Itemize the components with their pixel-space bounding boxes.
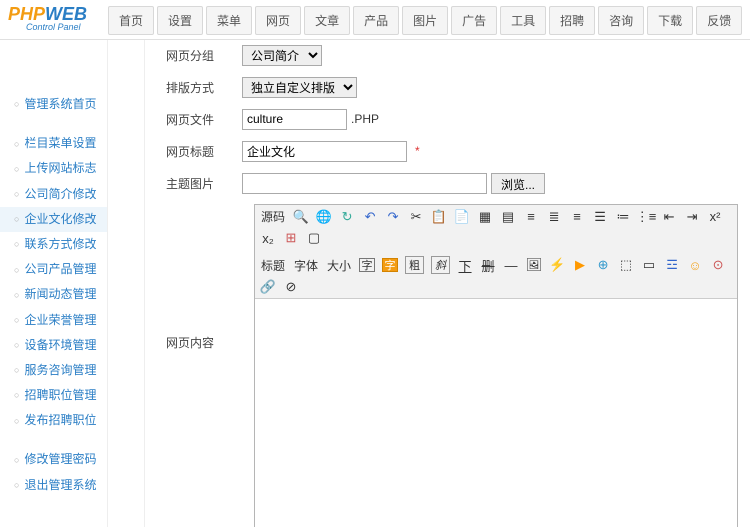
topnav-文章[interactable]: 文章 bbox=[304, 6, 350, 35]
sidebar-item-栏目菜单设置[interactable]: 栏目菜单设置 bbox=[0, 131, 107, 156]
label-file: 网页文件 bbox=[118, 111, 242, 128]
link-icon[interactable]: 🔗 bbox=[260, 279, 276, 295]
label-title: 网页标题 bbox=[118, 143, 242, 160]
input-file[interactable] bbox=[242, 109, 347, 130]
unlink-icon[interactable]: ⊘ bbox=[283, 279, 299, 295]
redo-icon[interactable]: ↷ bbox=[385, 209, 401, 225]
topnav-设置[interactable]: 设置 bbox=[157, 6, 203, 35]
editor-body[interactable] bbox=[255, 299, 737, 527]
list-ol-icon[interactable]: ≔ bbox=[615, 209, 631, 225]
underline-icon[interactable]: 下 bbox=[457, 257, 473, 273]
sidebar-item-企业文化修改[interactable]: 企业文化修改 bbox=[0, 207, 107, 232]
cut-icon[interactable]: ✂ bbox=[408, 209, 424, 225]
crop-icon[interactable]: ⬚ bbox=[618, 257, 634, 273]
sidebar-item-上传网站标志[interactable]: 上传网站标志 bbox=[0, 156, 107, 181]
btn-heading[interactable]: 标题 bbox=[260, 257, 286, 274]
tool2-icon[interactable]: ▢ bbox=[306, 230, 322, 246]
topnav-咨询[interactable]: 咨询 bbox=[598, 6, 644, 35]
sub-icon[interactable]: x₂ bbox=[260, 230, 276, 246]
file-suffix: .PHP bbox=[351, 112, 379, 126]
editor-toolbar: 源码 🔍 🌐 ↻ ↶ ↷ ✂ 📋 📄 ▦ ▤ ≡ ≣ ≡ bbox=[255, 205, 737, 299]
label-group: 网页分组 bbox=[118, 47, 242, 64]
topnav-图片[interactable]: 图片 bbox=[402, 6, 448, 35]
main-form: 网页分组 公司简介 排版方式 独立自定义排版 网页文件 .PHP 网页标题 * bbox=[108, 40, 750, 527]
topnav-工具[interactable]: 工具 bbox=[500, 6, 546, 35]
hr-icon[interactable]: — bbox=[503, 257, 519, 273]
sidebar-item-发布招聘职位[interactable]: 发布招聘职位 bbox=[0, 408, 107, 433]
sidebar: 管理系统首页 栏目菜单设置上传网站标志公司简介修改企业文化修改联系方式修改公司产… bbox=[0, 40, 108, 527]
sidebar-item-招聘职位管理[interactable]: 招聘职位管理 bbox=[0, 383, 107, 408]
justify-icon[interactable]: ☰ bbox=[592, 209, 608, 225]
topnav-招聘[interactable]: 招聘 bbox=[549, 6, 595, 35]
topnav-反馈[interactable]: 反馈 bbox=[696, 6, 742, 35]
strike-icon[interactable]: 删 bbox=[480, 257, 496, 273]
topnav-网页[interactable]: 网页 bbox=[255, 6, 301, 35]
required-mark: * bbox=[415, 144, 420, 158]
top-nav: 首页设置菜单网页文章产品图片广告工具招聘咨询下载反馈 bbox=[108, 0, 742, 35]
grid-icon[interactable]: ▤ bbox=[500, 209, 516, 225]
btn-size[interactable]: 大小 bbox=[326, 257, 352, 274]
btn-font[interactable]: 字体 bbox=[293, 257, 319, 274]
sidebar-item-公司产品管理[interactable]: 公司产品管理 bbox=[0, 257, 107, 282]
topnav-广告[interactable]: 广告 bbox=[451, 6, 497, 35]
sup-icon[interactable]: x² bbox=[707, 209, 723, 225]
topnav-下载[interactable]: 下载 bbox=[647, 6, 693, 35]
label-layout: 排版方式 bbox=[118, 79, 242, 96]
indent-icon[interactable]: ⇥ bbox=[684, 209, 700, 225]
sidebar-item-新闻动态管理[interactable]: 新闻动态管理 bbox=[0, 282, 107, 307]
globe-icon[interactable]: 🌐 bbox=[316, 209, 332, 225]
sidebar-item-管理系统首页[interactable]: 管理系统首页 bbox=[0, 92, 107, 117]
tool1-icon[interactable]: ⊞ bbox=[283, 230, 299, 246]
italic-icon[interactable]: 斜 bbox=[431, 256, 450, 274]
select-group[interactable]: 公司简介 bbox=[242, 45, 322, 66]
forecolor-icon[interactable]: 字 bbox=[359, 258, 375, 272]
media-icon[interactable]: ▶ bbox=[572, 257, 588, 273]
list-ul-icon[interactable]: ⋮≡ bbox=[638, 209, 654, 225]
zoom-icon[interactable]: 🔍 bbox=[293, 209, 309, 225]
undo-icon[interactable]: ↶ bbox=[362, 209, 378, 225]
topnav-菜单[interactable]: 菜单 bbox=[206, 6, 252, 35]
page-icon[interactable]: ▭ bbox=[641, 257, 657, 273]
table-icon[interactable]: ▦ bbox=[477, 209, 493, 225]
image-icon[interactable]: 🖼 bbox=[526, 257, 542, 273]
sidebar-item-设备环境管理[interactable]: 设备环境管理 bbox=[0, 333, 107, 358]
browse-button[interactable]: 浏览... bbox=[491, 173, 545, 194]
input-title[interactable] bbox=[242, 141, 407, 162]
bold-icon[interactable]: 粗 bbox=[405, 256, 424, 274]
align-left-icon[interactable]: ≡ bbox=[523, 209, 539, 225]
topnav-首页[interactable]: 首页 bbox=[108, 6, 154, 35]
emoji-icon[interactable]: ☺ bbox=[687, 257, 703, 273]
backcolor-icon[interactable]: 字 bbox=[382, 258, 398, 272]
style-icon[interactable]: ☲ bbox=[664, 257, 680, 273]
btn-source[interactable]: 源码 bbox=[260, 208, 286, 225]
refresh-icon[interactable]: ↻ bbox=[339, 209, 355, 225]
align-center-icon[interactable]: ≣ bbox=[546, 209, 562, 225]
sidebar-item-联系方式修改[interactable]: 联系方式修改 bbox=[0, 232, 107, 257]
sidebar-item-修改管理密码[interactable]: 修改管理密码 bbox=[0, 447, 107, 472]
sidebar-item-企业荣誉管理[interactable]: 企业荣誉管理 bbox=[0, 308, 107, 333]
paste-icon[interactable]: 📄 bbox=[454, 209, 470, 225]
sidebar-item-服务咨询管理[interactable]: 服务咨询管理 bbox=[0, 358, 107, 383]
rich-editor: 源码 🔍 🌐 ↻ ↶ ↷ ✂ 📋 📄 ▦ ▤ ≡ ≣ ≡ bbox=[254, 204, 738, 527]
label-image: 主题图片 bbox=[118, 175, 242, 192]
attach-icon[interactable]: ⊕ bbox=[595, 257, 611, 273]
topnav-产品[interactable]: 产品 bbox=[353, 6, 399, 35]
flash-icon[interactable]: ⚡ bbox=[549, 257, 565, 273]
sidebar-item-退出管理系统[interactable]: 退出管理系统 bbox=[0, 473, 107, 498]
copy-icon[interactable]: 📋 bbox=[431, 209, 447, 225]
input-image[interactable] bbox=[242, 173, 487, 194]
select-layout[interactable]: 独立自定义排版 bbox=[242, 77, 357, 98]
outdent-icon[interactable]: ⇤ bbox=[661, 209, 677, 225]
label-content: 网页内容 bbox=[118, 204, 242, 351]
logo: PHPWEB Control Panel bbox=[0, 0, 108, 36]
sidebar-item-公司简介修改[interactable]: 公司简介修改 bbox=[0, 182, 107, 207]
align-right-icon[interactable]: ≡ bbox=[569, 209, 585, 225]
clock-icon[interactable]: ⊙ bbox=[710, 257, 726, 273]
